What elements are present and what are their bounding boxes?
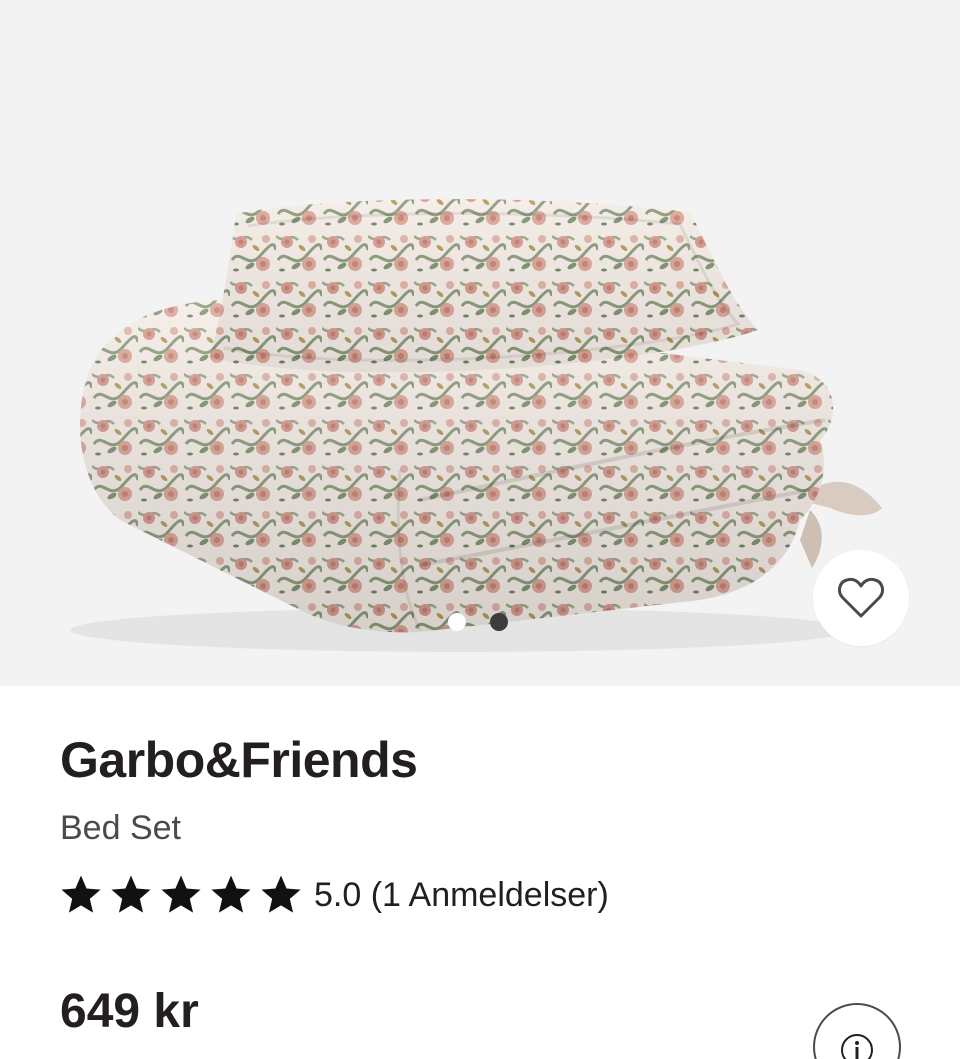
favorite-button[interactable] bbox=[813, 550, 909, 646]
heart-icon bbox=[838, 577, 884, 618]
price-info-button[interactable] bbox=[813, 1003, 901, 1059]
star-icon bbox=[161, 875, 201, 913]
product-price: 649 kr bbox=[60, 985, 199, 1038]
rating-stars bbox=[58, 872, 304, 918]
star-icon bbox=[211, 875, 251, 913]
product-brand[interactable]: Garbo&Friends bbox=[60, 730, 418, 790]
product-rating[interactable]: 5.0 (1 Anmeldelser) bbox=[58, 872, 609, 918]
gallery-pagination bbox=[448, 613, 508, 631]
star-icon bbox=[261, 875, 301, 913]
gallery-dot-2[interactable] bbox=[490, 613, 508, 631]
rating-text: 5.0 (1 Anmeldelser) bbox=[314, 876, 609, 914]
star-icon bbox=[61, 875, 101, 913]
star-icon bbox=[111, 875, 151, 913]
info-icon bbox=[841, 1034, 873, 1059]
gallery-dot-1[interactable] bbox=[448, 613, 466, 631]
product-name: Bed Set bbox=[60, 809, 181, 847]
product-image-gallery[interactable] bbox=[0, 0, 960, 686]
